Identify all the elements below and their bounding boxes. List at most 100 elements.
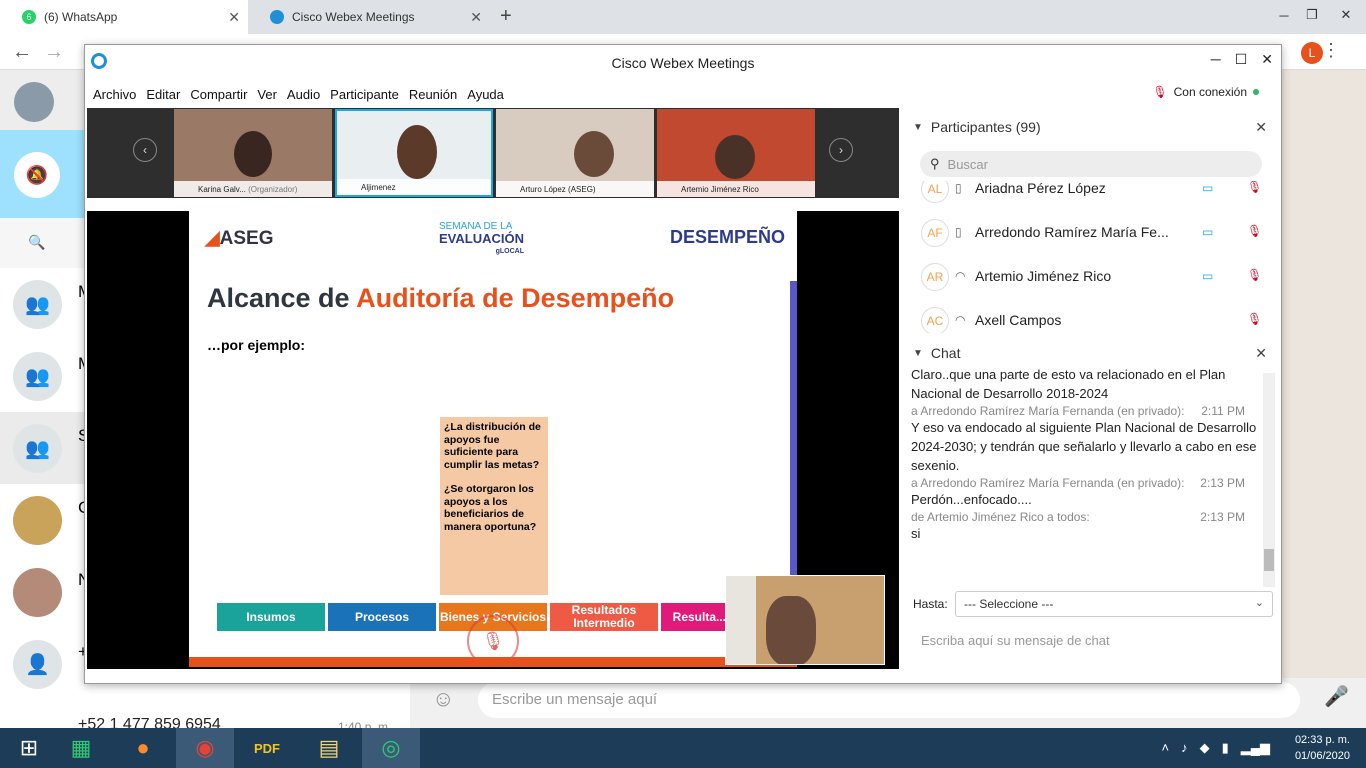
participant-initials: AF bbox=[921, 219, 949, 247]
taskbar: ⊞ ▦ ● ◉ PDF ▤ ◎ ˄ ♪ ◆ ▮ ▂▄▆ 02:33 p. m. … bbox=[0, 728, 1366, 768]
chevron-down-icon[interactable]: ▼ bbox=[913, 122, 923, 133]
participant-video bbox=[715, 135, 755, 179]
chat-time: 2:13 PM bbox=[1200, 510, 1245, 524]
close-icon[interactable]: ✕ bbox=[1326, 0, 1366, 30]
search-placeholder: Buscar bbox=[947, 156, 988, 172]
panel-title: Chat bbox=[930, 345, 961, 361]
file-explorer-icon[interactable]: ▤ bbox=[300, 728, 358, 768]
close-icon[interactable]: ✕ bbox=[1255, 345, 1267, 362]
video-thumb[interactable]: Karina Galv... (Organizador) bbox=[174, 109, 332, 197]
category-procesos: Procesos bbox=[328, 603, 436, 631]
windows-start-icon[interactable]: ⊞ bbox=[0, 728, 58, 768]
minimize-icon[interactable]: ─ bbox=[1211, 51, 1221, 68]
battery-icon[interactable]: ▮ bbox=[1222, 740, 1229, 756]
message-input[interactable]: Escribe un mensaje aquí bbox=[478, 682, 1300, 718]
maximize-icon[interactable]: ❐ bbox=[1298, 0, 1326, 30]
video-thumb[interactable]: Artemio Jiménez Rico bbox=[657, 109, 815, 197]
menu-archivo[interactable]: Archivo bbox=[93, 87, 136, 102]
close-icon[interactable]: ✕ bbox=[228, 9, 240, 26]
chat-sender: a Arredondo Ramírez María Fernanda (en p… bbox=[911, 476, 1185, 490]
menu-compartir[interactable]: Compartir bbox=[190, 87, 247, 102]
chat-time: 2:13 PM bbox=[1200, 476, 1245, 490]
menu-ayuda[interactable]: Ayuda bbox=[467, 87, 504, 102]
system-clock[interactable]: 02:33 p. m. 01/06/2020 bbox=[1295, 732, 1350, 764]
menu-reunion[interactable]: Reunión bbox=[409, 87, 457, 102]
desempeno-logo: DESEMPEÑO bbox=[669, 227, 785, 247]
participant-row[interactable]: AR ◠ Artemio Jiménez Rico ▭ 🎙 bbox=[905, 255, 1281, 299]
category-insumos: Insumos bbox=[217, 603, 325, 631]
participant-row[interactable]: AL ▯ Ariadna Pérez López ▭ 🎙 bbox=[905, 181, 1281, 211]
chevron-left-icon[interactable]: ‹ bbox=[133, 138, 157, 162]
slide-footer-bar bbox=[189, 657, 797, 667]
mic-muted-icon[interactable]: 🎙 bbox=[1247, 181, 1262, 194]
recipient-select[interactable]: --- Seleccione --- ⌄ bbox=[955, 591, 1273, 617]
chat-meta: a Arredondo Ramírez María Fernanda (en p… bbox=[911, 404, 1257, 418]
video-camera-icon[interactable]: ▭ bbox=[1202, 269, 1213, 283]
participants-header[interactable]: ▼ Participantes (99) ✕ bbox=[905, 113, 1281, 141]
chat-messages: Claro..que una parte de esto va relacion… bbox=[905, 365, 1263, 583]
spreadsheet-app-icon[interactable]: ▦ bbox=[52, 728, 110, 768]
chat-time: 2:11 PM bbox=[1201, 404, 1245, 418]
logo-text: EVALUACIÓN bbox=[439, 231, 524, 246]
scrollbar-thumb[interactable] bbox=[1264, 549, 1274, 571]
chrome-icon[interactable]: ◉ bbox=[176, 728, 234, 768]
participant-row[interactable]: AC ◠ Axell Campos 🎙 bbox=[905, 299, 1281, 333]
logo-text: gLOCAL bbox=[495, 248, 524, 255]
connection-label: Con conexión bbox=[1173, 85, 1247, 99]
maximize-icon[interactable]: ☐ bbox=[1235, 51, 1248, 68]
title-text: Alcance de bbox=[207, 283, 350, 313]
forward-icon[interactable]: → bbox=[44, 41, 64, 64]
profile-avatar[interactable]: L bbox=[1301, 42, 1323, 64]
menu-icon[interactable]: ⋮ bbox=[1322, 40, 1340, 61]
close-icon[interactable]: ✕ bbox=[1261, 51, 1273, 68]
mic-muted-icon[interactable]: 🎙 bbox=[1247, 268, 1262, 282]
emoji-icon[interactable]: ☺ bbox=[432, 686, 454, 712]
microphone-icon[interactable]: 🎤 bbox=[1324, 684, 1349, 709]
video-camera-icon[interactable]: ▭ bbox=[1202, 181, 1213, 195]
tab-title: (6) WhatsApp bbox=[44, 10, 118, 24]
pdf-app-icon[interactable]: PDF bbox=[238, 728, 296, 768]
mic-muted-icon[interactable]: 🎙 bbox=[1247, 312, 1262, 326]
chevron-down-icon[interactable]: ▼ bbox=[913, 348, 923, 359]
avatar bbox=[13, 496, 62, 545]
webex-icon[interactable]: ◎ bbox=[362, 728, 420, 768]
back-icon[interactable]: ← bbox=[12, 41, 32, 64]
firefox-icon[interactable]: ● bbox=[114, 728, 172, 768]
mic-muted-icon[interactable]: 🎙 bbox=[1247, 224, 1262, 238]
menu-participante[interactable]: Participante bbox=[330, 87, 399, 102]
tab-webex[interactable]: Cisco Webex Meetings ✕ bbox=[248, 0, 490, 34]
network-icon[interactable]: ▂▄▆ bbox=[1241, 740, 1270, 756]
phone-icon: ▯ bbox=[955, 181, 962, 195]
participant-search-input[interactable]: ⚲ Buscar bbox=[920, 151, 1262, 177]
window-title: Cisco Webex Meetings bbox=[611, 55, 755, 71]
chat-message: Y eso va endocado al siguiente Plan Naci… bbox=[911, 420, 1257, 473]
volume-icon[interactable]: ♪ bbox=[1181, 740, 1188, 756]
chevron-up-icon[interactable]: ˄ bbox=[1162, 740, 1170, 756]
chat-header[interactable]: ▼ Chat ✕ bbox=[905, 339, 1281, 367]
tab-whatsapp[interactable]: 6 (6) WhatsApp ✕ bbox=[0, 0, 248, 34]
close-icon[interactable]: ✕ bbox=[470, 9, 482, 26]
video-caption: Arturo López (ASEG) bbox=[496, 181, 654, 197]
chat-scrollbar[interactable] bbox=[1263, 373, 1275, 587]
system-tray: ˄ ♪ ◆ ▮ ▂▄▆ bbox=[1162, 740, 1270, 756]
participant-list: AL ▯ Ariadna Pérez López ▭ 🎙 AF ▯ Arredo… bbox=[905, 181, 1281, 333]
close-icon[interactable]: ✕ bbox=[1255, 119, 1267, 136]
menu-ver[interactable]: Ver bbox=[257, 87, 277, 102]
avatar[interactable] bbox=[14, 82, 54, 122]
group-avatar: 👥 bbox=[13, 280, 62, 329]
webex-window: Cisco Webex Meetings ─ ☐ ✕ Archivo Edita… bbox=[84, 44, 1282, 684]
video-thumb[interactable]: Arturo López (ASEG) bbox=[496, 109, 654, 197]
menu-editar[interactable]: Editar bbox=[146, 87, 180, 102]
video-camera-icon[interactable]: ▭ bbox=[1202, 225, 1213, 239]
self-video[interactable] bbox=[725, 575, 885, 665]
menu-audio[interactable]: Audio bbox=[287, 87, 320, 102]
dropbox-icon[interactable]: ◆ bbox=[1200, 740, 1210, 756]
minimize-icon[interactable]: ─ bbox=[1270, 0, 1298, 30]
accent-bar bbox=[790, 281, 797, 581]
new-tab-button[interactable]: + bbox=[500, 5, 512, 28]
chat-input[interactable]: Escriba aquí su mensaje de chat bbox=[921, 633, 1110, 648]
chevron-right-icon[interactable]: › bbox=[829, 138, 853, 162]
shared-content: ◢ASEG SEMANA DE LA EVALUACIÓN gLOCAL DES… bbox=[87, 211, 899, 669]
video-thumb[interactable]: Aljimenez bbox=[335, 109, 493, 197]
participant-row[interactable]: AF ▯ Arredondo Ramírez María Fe... ▭ 🎙 bbox=[905, 211, 1281, 255]
